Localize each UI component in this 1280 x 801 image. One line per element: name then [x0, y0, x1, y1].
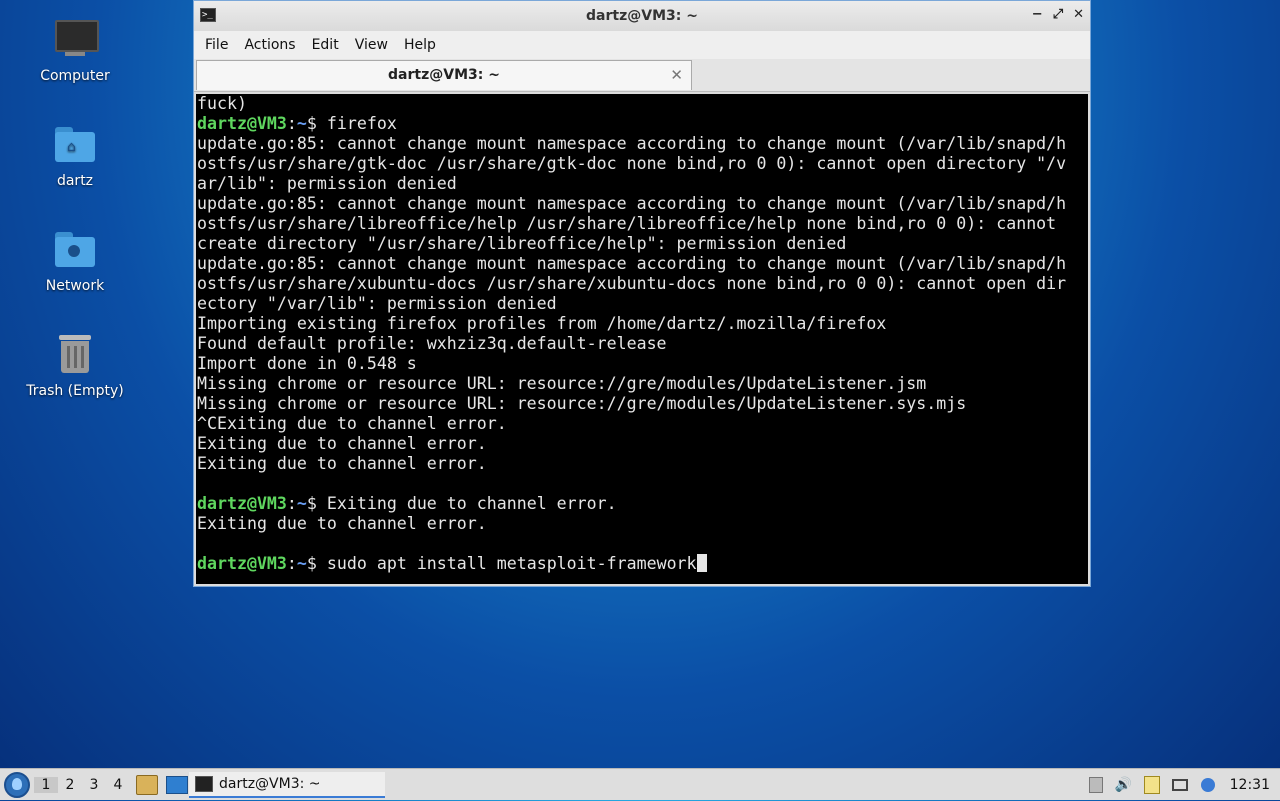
terminal-app-icon[interactable]: >_: [200, 8, 216, 22]
terminal-output-line: Importing existing firefox profiles from…: [197, 314, 887, 333]
desktop-icon-network[interactable]: Network: [20, 228, 130, 294]
terminal-output-line: ^CExiting due to channel error.: [197, 414, 507, 433]
desktop-icon-computer[interactable]: Computer: [20, 18, 130, 84]
terminal-output-line: fuck): [197, 94, 247, 113]
tab-bar: dartz@VM3: ~ ✕: [194, 59, 1090, 92]
xubuntu-menu-icon[interactable]: [4, 771, 30, 798]
terminal-output-line: update.go:85: cannot change mount namesp…: [197, 254, 1067, 273]
desktop-icon-label: Network: [45, 278, 105, 294]
prompt-command: $ sudo apt install metasploit-framework: [306, 554, 697, 573]
desktop-icon-label: Computer: [40, 68, 110, 84]
prompt-path: ~: [296, 554, 307, 573]
prompt-path: ~: [296, 114, 307, 133]
home-folder-icon: ⌂: [53, 123, 97, 167]
desktop-icon-label: Trash (Empty): [26, 383, 124, 399]
network-folder-icon: [53, 228, 97, 272]
desktop-icon-label: dartz: [56, 173, 94, 189]
terminal-task-icon: [195, 776, 213, 792]
updates-icon[interactable]: [1195, 775, 1221, 795]
terminal-output-line: create directory "/usr/share/libreoffice…: [197, 234, 847, 253]
network-wired-icon[interactable]: [1167, 775, 1193, 795]
desktop-icon-home[interactable]: ⌂ dartz: [20, 123, 130, 189]
terminal-cursor: [696, 554, 707, 572]
terminal-output-line: ectory "/var/lib": permission denied: [197, 294, 557, 313]
terminal-prompt-line: dartz@VM3:~$ Exiting due to channel erro…: [197, 494, 617, 513]
taskbar-terminal-button[interactable]: dartz@VM3: ~: [189, 772, 385, 798]
prompt-user: dartz@VM3: [197, 554, 287, 573]
clock[interactable]: 12:31: [1222, 777, 1280, 793]
file-manager-launcher-icon[interactable]: [136, 774, 158, 795]
notes-icon[interactable]: [1139, 775, 1165, 795]
computer-icon: [53, 18, 99, 62]
terminal-output-line: Found default profile: wxhziz3q.default-…: [197, 334, 667, 353]
terminal-output-line: Import done in 0.548 s: [197, 354, 417, 373]
tab-label: dartz@VM3: ~: [388, 67, 500, 83]
terminal-output[interactable]: fuck) dartz@VM3:~$ firefox update.go:85:…: [196, 94, 1088, 584]
menu-help[interactable]: Help: [396, 37, 444, 53]
workspace-4[interactable]: 4: [106, 777, 130, 793]
volume-icon[interactable]: 🔊: [1111, 775, 1137, 795]
window-title: dartz@VM3: ~: [586, 8, 698, 24]
taskbar-task-label: dartz@VM3: ~: [219, 776, 321, 792]
system-tray: 🔊 12:31: [1082, 769, 1280, 801]
terminal-prompt-line: dartz@VM3:~$ firefox: [197, 114, 397, 133]
terminal-output-line: ostfs/usr/share/xubuntu-docs /usr/share/…: [197, 274, 1067, 293]
tab-terminal[interactable]: dartz@VM3: ~ ✕: [196, 60, 692, 90]
terminal-output-line: ostfs/usr/share/gtk-doc /usr/share/gtk-d…: [197, 154, 1067, 173]
terminal-output-line: Missing chrome or resource URL: resource…: [197, 374, 927, 393]
prompt-user: dartz@VM3: [197, 494, 287, 513]
menu-bar: File Actions Edit View Help: [194, 31, 1090, 59]
terminal-output-line: ar/lib": permission denied: [197, 174, 457, 193]
menu-edit[interactable]: Edit: [304, 37, 347, 53]
terminal-output-line: Missing chrome or resource URL: resource…: [197, 394, 967, 413]
tab-close-icon[interactable]: ✕: [670, 61, 683, 89]
workspace-3[interactable]: 3: [82, 777, 106, 793]
terminal-output-line: Exiting due to channel error.: [197, 434, 487, 453]
maximize-button[interactable]: ⤢: [1053, 7, 1063, 22]
prompt-path: ~: [296, 494, 307, 513]
show-desktop-icon[interactable]: [166, 775, 188, 794]
menu-view[interactable]: View: [347, 37, 396, 53]
prompt-user: dartz@VM3: [197, 114, 287, 133]
window-titlebar[interactable]: >_ dartz@VM3: ~ − ⤢ ✕: [194, 1, 1090, 31]
terminal-window: >_ dartz@VM3: ~ − ⤢ ✕ File Actions Edit …: [193, 0, 1091, 587]
terminal-output-line: update.go:85: cannot change mount namesp…: [197, 134, 1067, 153]
taskbar: 1 2 3 4 dartz@VM3: ~ 🔊 12:31: [0, 768, 1280, 800]
prompt-command: $ firefox: [306, 114, 397, 133]
workspace-2[interactable]: 2: [58, 777, 82, 793]
workspace-1[interactable]: 1: [34, 776, 58, 793]
minimize-button[interactable]: −: [1032, 7, 1043, 22]
clipboard-icon[interactable]: [1083, 775, 1109, 795]
menu-actions[interactable]: Actions: [236, 37, 303, 53]
close-button[interactable]: ✕: [1073, 7, 1084, 22]
terminal-prompt-line: dartz@VM3:~$ sudo apt install metasploit…: [197, 554, 707, 573]
desktop-icon-trash[interactable]: Trash (Empty): [20, 333, 130, 399]
terminal-output-line: ostfs/usr/share/libreoffice/help /usr/sh…: [197, 214, 1057, 233]
terminal-output-line: Exiting due to channel error.: [197, 454, 487, 473]
terminal-text: fuck) dartz@VM3:~$ firefox update.go:85:…: [196, 94, 1088, 574]
terminal-output-line: Exiting due to channel error.: [197, 514, 487, 533]
terminal-output-line: update.go:85: cannot change mount namesp…: [197, 194, 1067, 213]
prompt-command: $ Exiting due to channel error.: [306, 494, 617, 513]
trash-icon: [53, 333, 97, 377]
menu-file[interactable]: File: [197, 37, 236, 53]
